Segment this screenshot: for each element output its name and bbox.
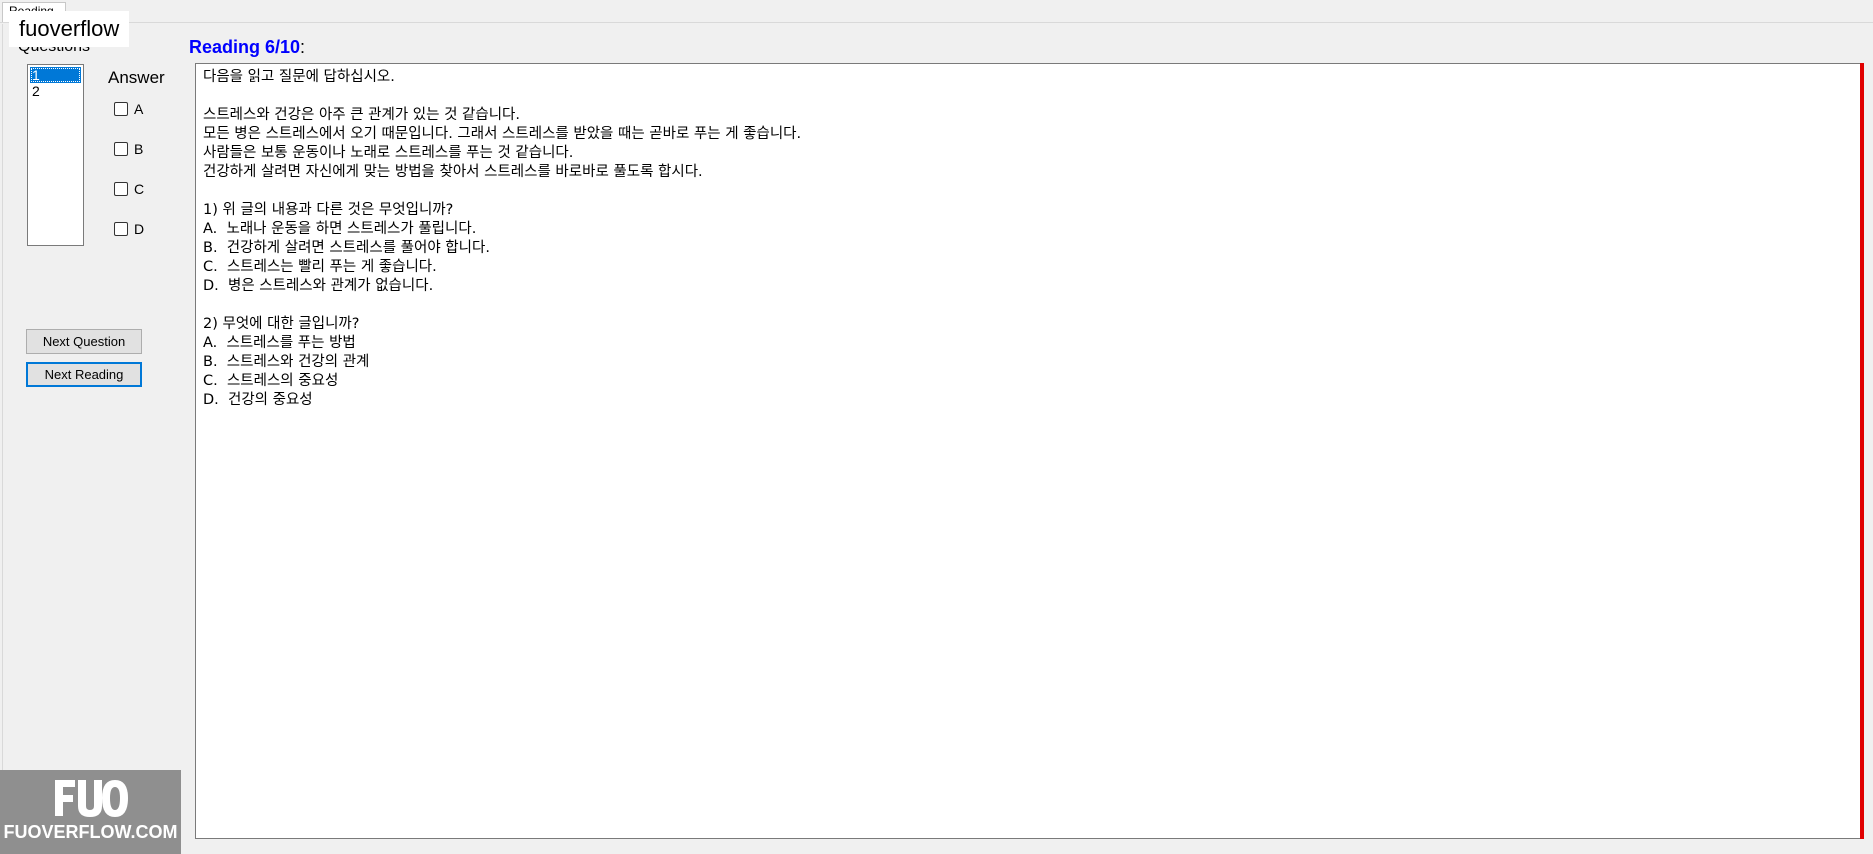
option-label-a: A bbox=[134, 101, 144, 117]
brand-label: fuoverflow bbox=[9, 11, 130, 47]
checkbox-d[interactable] bbox=[114, 222, 128, 236]
reading-title-text: Reading 6/10 bbox=[189, 37, 301, 57]
option-label-d: D bbox=[134, 221, 145, 237]
answer-option-b[interactable]: B bbox=[114, 141, 143, 157]
watermark: FUOVERFLOW.COM bbox=[0, 770, 181, 854]
reading-text: 다음을 읽고 질문에 답하십시오. 스트레스와 건강은 아주 큰 관계가 있는 … bbox=[203, 69, 802, 408]
reading-title-colon: : bbox=[300, 37, 306, 57]
next-reading-button[interactable]: Next Reading bbox=[26, 362, 142, 387]
option-label-c: C bbox=[134, 181, 145, 197]
reading-title: Reading 6/10: bbox=[189, 37, 305, 58]
answer-option-c[interactable]: C bbox=[114, 181, 144, 197]
reading-textbox[interactable]: 다음을 읽고 질문에 답하십시오. 스트레스와 건강은 아주 큰 관계가 있는 … bbox=[195, 63, 1861, 839]
fuo-logo-icon bbox=[54, 780, 128, 817]
answer-option-d[interactable]: D bbox=[114, 221, 144, 237]
answer-option-a[interactable]: A bbox=[114, 101, 143, 117]
questions-listbox[interactable]: 1 2 bbox=[27, 64, 84, 246]
checkbox-a[interactable] bbox=[114, 102, 128, 116]
tab-strip: Reading bbox=[0, 0, 1873, 23]
question-item-2[interactable]: 2 bbox=[30, 83, 81, 99]
question-item-1[interactable]: 1 bbox=[30, 67, 81, 83]
answer-label: Answer bbox=[108, 68, 165, 87]
watermark-url: FUOVERFLOW.COM bbox=[3, 822, 178, 842]
checkbox-c[interactable] bbox=[114, 182, 128, 196]
red-marker-bar bbox=[1860, 63, 1864, 839]
option-label-b: B bbox=[134, 141, 144, 157]
checkbox-b[interactable] bbox=[114, 142, 128, 156]
next-question-button[interactable]: Next Question bbox=[26, 329, 142, 354]
